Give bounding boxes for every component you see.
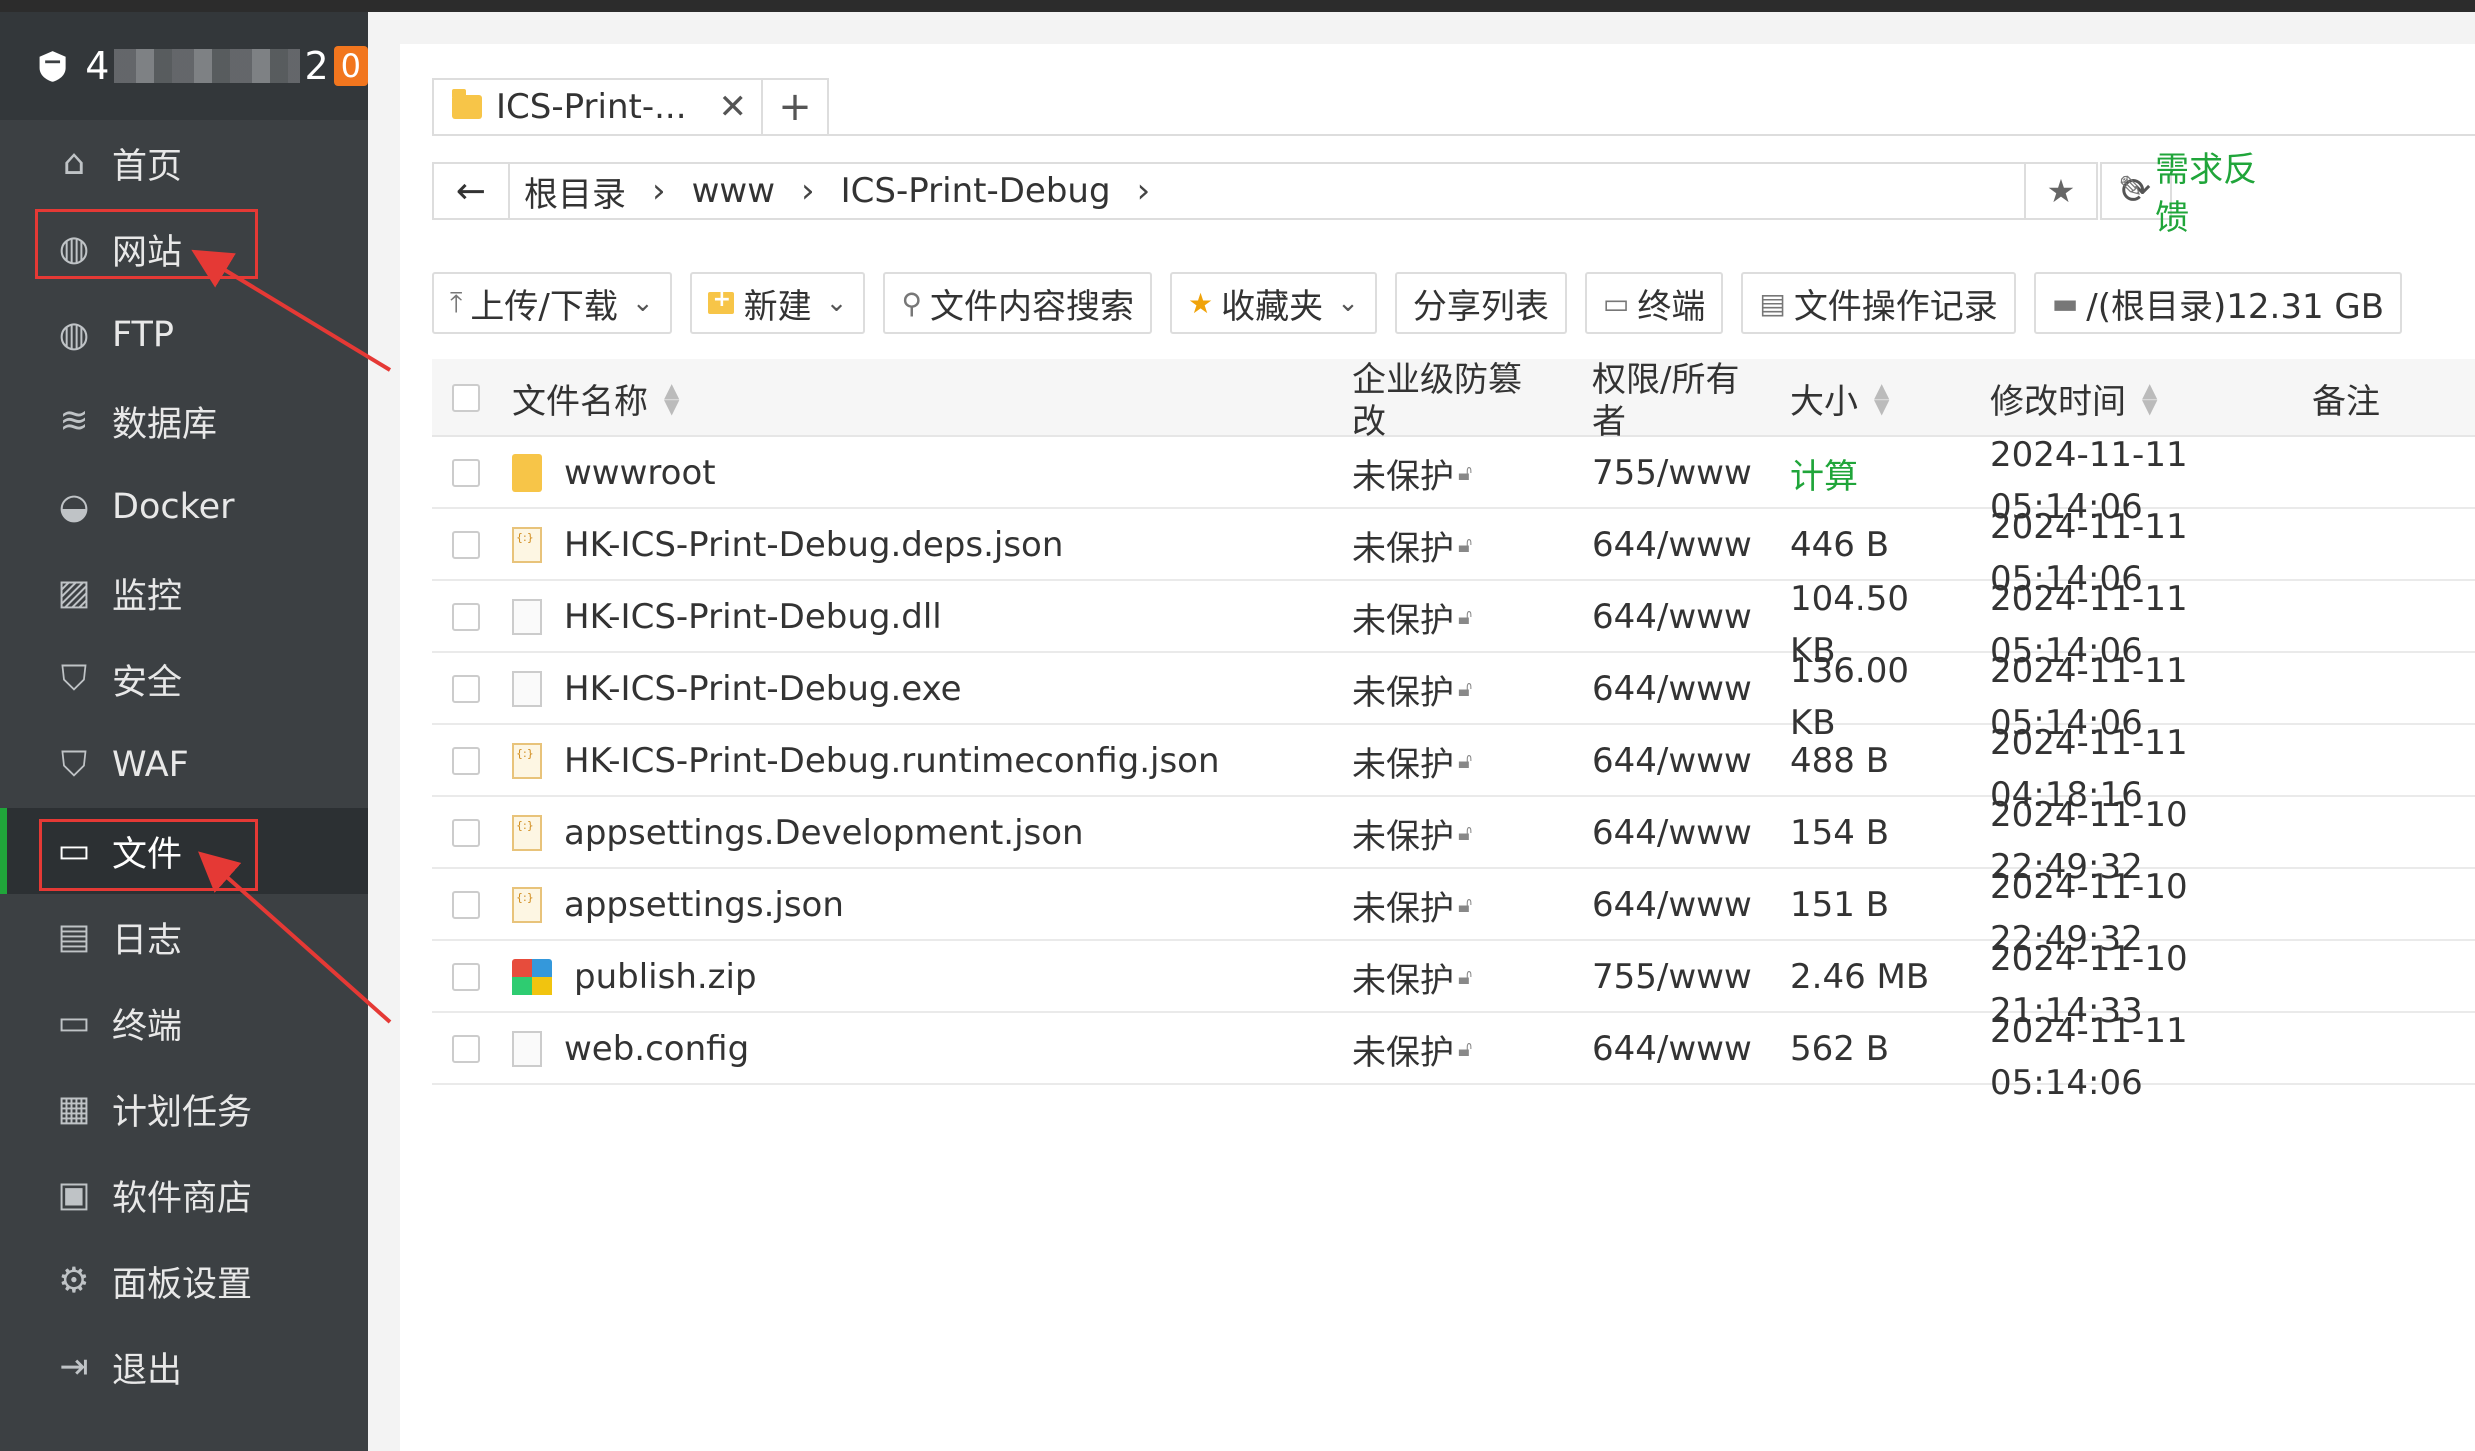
annotation-arrow-files [198, 851, 392, 1024]
annotation-arrows [191, 249, 392, 1024]
annotation-arrow-website [191, 249, 392, 372]
